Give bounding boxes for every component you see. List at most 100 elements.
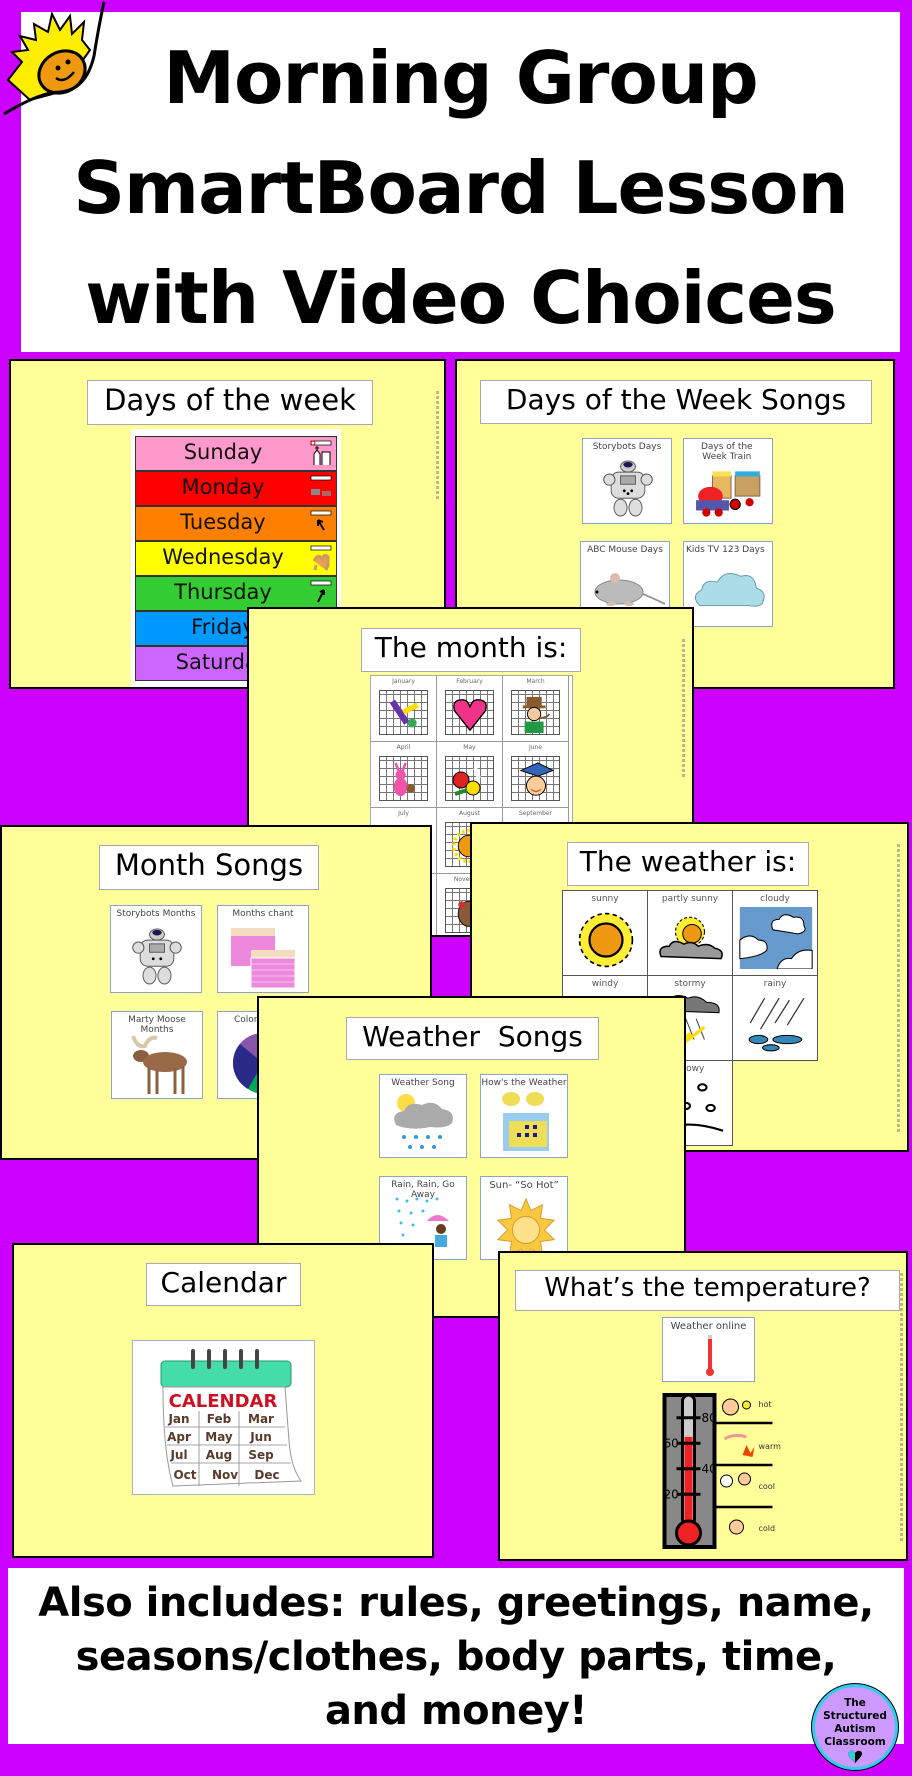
calendar-icon: CALENDAR Jan Feb Mar Apr May Jun Jul Aug Sep Oct N… [160,1349,302,1487]
footer-banner: Also includes: rules, greetings, name, s… [8,1568,904,1744]
weather-label: cloudy [760,894,790,904]
puzzle-heart-icon [848,1750,862,1764]
thermometer-tick-label: 20 [664,1487,679,1501]
cloudy-icon [739,907,813,969]
video-card-weather-online[interactable]: Weather online [662,1317,755,1382]
calendar-image[interactable]: CALENDAR Jan Feb Mar Apr May Jun Jul Aug Sep Oct N… [132,1340,315,1495]
card-label: Days of the Week Train [700,442,753,463]
moose-icon [131,1035,187,1094]
calendar-month-label: Apr [167,1430,191,1444]
large-thermometer: 80 60 40 20 hot warm cool cold [662,1393,782,1549]
video-card-weather-song[interactable]: Weather Song [379,1074,467,1158]
badge-line: Autism [834,1723,876,1735]
fire-icon [742,1445,755,1457]
calendar-pages-icon [231,928,296,989]
slide-whats-the-temperature[interactable]: What’s the temperature? Weather online 8… [498,1251,908,1561]
day-row-wednesday[interactable]: Wednesday [135,541,337,576]
calendar-month-label: Jul [169,1448,187,1462]
video-card-storybots-months[interactable]: Storybots Months [110,905,202,993]
month-name: January [392,678,415,685]
weather-option-partly-sunny[interactable]: partly sunny [647,890,733,976]
video-card-sun-so-hot[interactable]: Sun- “So Hot” [480,1176,568,1260]
calendar-month-label: Oct [173,1468,196,1482]
day-label: Thursday [174,580,272,604]
slide-title: Calendar [146,1263,301,1306]
heart-icon [453,699,487,732]
copyright-text [436,391,439,501]
weather-label: partly sunny [661,894,719,904]
month-name: June [528,744,543,751]
video-card-kids-tv-123-days[interactable]: Kids TV 123 Days [683,541,773,627]
title-line-2: SmartBoard Lesson [73,146,849,230]
month-cell-february[interactable]: February [437,676,503,742]
sun-icon [742,1400,751,1410]
calendar-month-label: May [205,1430,233,1444]
copyright-text [897,844,900,1134]
temperature-level-warm: warm [759,1442,782,1451]
cloud-icon [694,572,765,607]
month-cell-june[interactable]: June [503,742,569,808]
badge-line: The [844,1697,866,1709]
footer-line-2: seasons/clothes, body parts, time, [75,1634,837,1680]
weather-label: rainy [763,979,787,989]
thermometer-tick-label: 60 [664,1436,679,1450]
video-card-days-of-the-week-train[interactable]: Days of the Week Train [683,438,773,524]
month-name: July [398,810,409,817]
month-cell-may[interactable]: May [437,742,503,808]
video-card-marty-moose-months[interactable]: Marty Moose Months [111,1011,203,1099]
day-row-sunday[interactable]: Sunday [135,436,337,471]
video-card-hows-the-weather[interactable]: How's the Weather [480,1074,568,1158]
temperature-level-hot: hot [759,1400,772,1409]
robot-icon [603,460,653,517]
month-cell-march[interactable]: March [503,676,569,742]
month-cell-january[interactable]: January [371,676,437,742]
thermometer-tick-label: 40 [702,1462,717,1476]
robot-icon [132,928,182,985]
day-row-monday[interactable]: Monday [135,471,337,506]
day-label: Tuesday [180,510,266,534]
footer-line-3: and money! [324,1688,588,1734]
video-card-months-chant[interactable]: Months chant [217,905,309,993]
slide-title: Weather Songs [346,1017,599,1060]
weather-label: sunny [591,894,619,904]
card-label: Weather online [670,1321,747,1332]
calendar-month-label: Jan [167,1412,189,1426]
month-name: March [526,678,545,685]
warm-hands-icon [723,1433,747,1441]
calendar-heading: CALENDAR [169,1391,278,1412]
slide-title: Days of the week [87,380,373,425]
calendar-month-label: Dec [254,1468,279,1482]
calendar-month-label: Sep [248,1448,274,1462]
thermometer-fill [684,1436,693,1527]
day-row-thursday[interactable]: Thursday [135,576,337,611]
day-row-tuesday[interactable]: Tuesday [135,506,337,541]
toy-train-icon [696,471,761,517]
calendar-month-label: Jun [249,1430,272,1444]
weather-option-sunny[interactable]: sunny [562,890,648,976]
card-label: Kids TV 123 Days [686,545,765,555]
weather-option-cloudy[interactable]: cloudy [732,890,818,976]
slide-calendar[interactable]: Calendar CALENDAR Jan Feb Mar Apr May Jun Jul A… [12,1243,434,1558]
fan-icon [720,1474,733,1488]
month-name: February [456,678,483,685]
rain-icon [748,997,805,1052]
month-name: May [463,744,476,751]
calendar-month-label: Aug [206,1448,232,1462]
slide-title: What’s the temperature? [515,1270,900,1311]
cold-person-icon [729,1519,744,1535]
weather-option-rainy[interactable]: rainy [732,975,818,1061]
card-label: Months chant [232,909,294,919]
footer-line-1: Also includes: rules, greetings, name, [38,1580,874,1626]
month-name: August [459,810,480,817]
card-label: Weather Song [391,1078,455,1088]
month-cell-april[interactable]: April [371,742,437,808]
video-card-storybots-days[interactable]: Storybots Days [582,438,672,524]
day-label: Monday [181,475,265,499]
leprechaun-icon [522,696,551,733]
day-label: Sunday [183,440,263,464]
thermometer-icon [706,1335,714,1376]
thermometer-tick-label: 80 [702,1411,717,1425]
flowers-icon [452,767,481,796]
partly-sunny-icon [659,916,723,960]
title-banner: Morning Group SmartBoard Lesson with Vid… [21,12,900,352]
